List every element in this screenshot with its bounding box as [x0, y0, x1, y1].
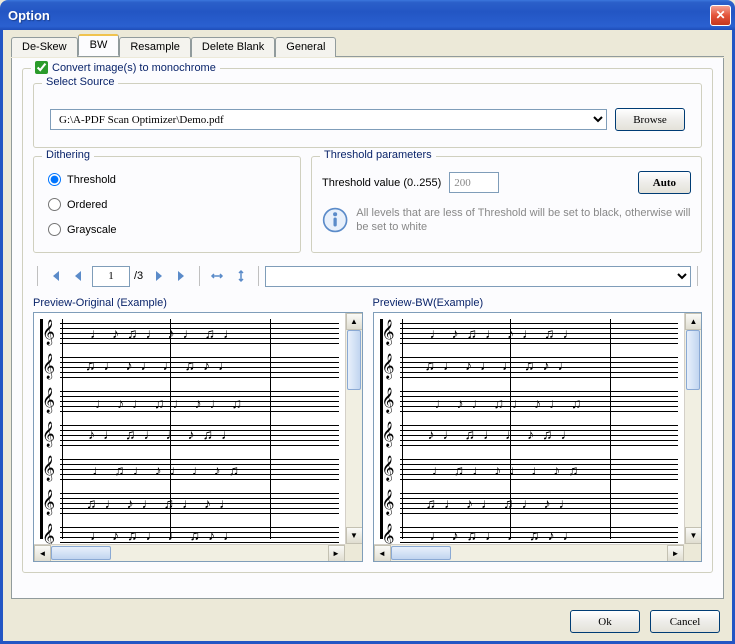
tab-delete-blank[interactable]: Delete Blank	[191, 37, 275, 57]
preview-orig-vscroll[interactable]: ▲▼	[345, 313, 362, 544]
browse-button[interactable]: Browse	[615, 108, 685, 131]
title-bar: Option ✕	[0, 0, 735, 30]
radio-threshold[interactable]	[48, 173, 61, 186]
threshold-label: Threshold value (0..255)	[322, 177, 441, 189]
window-title: Option	[4, 8, 710, 23]
close-button[interactable]: ✕	[710, 5, 731, 26]
next-page-button[interactable]	[147, 265, 169, 287]
source-group: Select Source G:\A-PDF Scan Optimizer\De…	[33, 83, 702, 148]
preview-orig-hscroll[interactable]: ◄►	[34, 544, 345, 561]
cancel-button[interactable]: Cancel	[650, 610, 720, 633]
info-icon	[322, 204, 348, 236]
zoom-select[interactable]	[265, 266, 691, 287]
threshold-info: All levels that are less of Threshold wi…	[356, 206, 691, 235]
threshold-input[interactable]	[449, 172, 499, 193]
radio-grayscale[interactable]	[48, 223, 61, 236]
page-total: /3	[132, 270, 145, 282]
tab-general[interactable]: General	[275, 37, 336, 57]
auto-button[interactable]: Auto	[638, 171, 691, 194]
fit-width-button[interactable]	[206, 265, 228, 287]
last-page-button[interactable]	[171, 265, 193, 287]
preview-bw-box: ♩♪♫♩♪♩♫♩ ♫♩♪♩♩♫♪♩ ♩♪♩♫♩♪♩♫ ♪♩♫♩♩♪♫♩ ♩♫♩♪…	[373, 312, 703, 562]
tab-resample[interactable]: Resample	[119, 37, 191, 57]
preview-bw-label: Preview-BW(Example)	[373, 297, 703, 309]
threshold-title: Threshold parameters	[320, 149, 436, 161]
tab-bw[interactable]: BW	[78, 34, 120, 56]
page-input[interactable]	[92, 266, 130, 287]
preview-orig-box: ♩♪♫♩♪♩♫♩ ♫♩♪♩♩♫♪♩ ♩♪♩♫♩♪♩♫ ♪♩♫♩♩♪♫♩ ♩♫♩♪…	[33, 312, 363, 562]
nav-toolbar: /3	[33, 261, 702, 291]
tab-strip: De-Skew BW Resample Delete Blank General	[11, 36, 724, 57]
dithering-title: Dithering	[42, 149, 94, 161]
preview-bw-hscroll[interactable]: ◄►	[374, 544, 685, 561]
ok-button[interactable]: Ok	[570, 610, 640, 633]
prev-page-button[interactable]	[68, 265, 90, 287]
threshold-group: Threshold parameters Threshold value (0.…	[311, 156, 702, 253]
dithering-group: Dithering Threshold Ordered Grayscale	[33, 156, 301, 253]
radio-ordered[interactable]	[48, 198, 61, 211]
tab-deskew[interactable]: De-Skew	[11, 37, 78, 57]
convert-group: Convert image(s) to monochrome Select So…	[22, 68, 713, 573]
fit-height-button[interactable]	[230, 265, 252, 287]
tab-panel: Convert image(s) to monochrome Select So…	[11, 58, 724, 599]
convert-checkbox[interactable]	[35, 61, 48, 74]
first-page-button[interactable]	[44, 265, 66, 287]
preview-orig-label: Preview-Original (Example)	[33, 297, 363, 309]
convert-label: Convert image(s) to monochrome	[52, 62, 216, 74]
preview-bw-vscroll[interactable]: ▲▼	[684, 313, 701, 544]
source-select[interactable]: G:\A-PDF Scan Optimizer\Demo.pdf	[50, 109, 607, 130]
source-title: Select Source	[42, 76, 118, 88]
